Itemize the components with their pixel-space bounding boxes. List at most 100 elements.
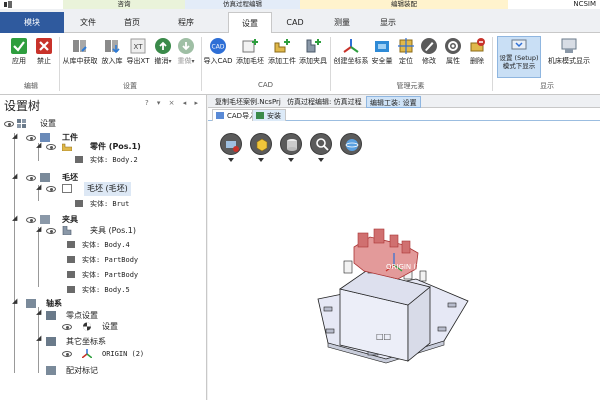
collapse-toggle[interactable]: ◢ [36,308,41,316]
doc-tab-fixture-edit[interactable]: 编辑工装: 设置 [366,96,421,108]
group-separator [201,37,202,91]
calibration-mark-icon [46,366,56,375]
tree-node-setup-leaf[interactable]: 设置 [102,320,118,334]
setup-folder-icon [17,119,26,128]
tree-node-blank-entity[interactable]: 实体: Brut [90,197,129,211]
subtab-install[interactable]: 安装 [252,109,286,121]
collapse-toggle[interactable]: ◢ [36,183,41,191]
collapse-toggle[interactable]: ◢ [36,141,41,149]
3d-viewport[interactable]: ORIGIN (2) □□ [208,121,600,400]
disable-button[interactable]: 禁止 [32,37,56,77]
export-xt-icon: XT [130,38,146,54]
tree-node-fixture-entity[interactable]: 实体: PartBody [82,253,138,267]
edit-icon [421,38,437,54]
panel-controls[interactable]: ? ▾ × ◂ ▸ [145,99,201,107]
tree-node-origin[interactable]: ORIGIN (2) [102,347,144,361]
tree-node-fixture-entity[interactable]: 实体: PartBody [82,268,138,282]
add-fixture-button[interactable]: 添加夹具 [298,37,328,77]
cad-import-icon [216,112,224,119]
fixture-item-icon [62,226,72,235]
solid-body-icon [67,286,75,293]
axis-system-icon [26,299,36,308]
coordinate-system-icon [82,349,92,358]
workpiece-icon [40,133,50,142]
view-subtab-bar: CAD导入 安装 [208,108,600,121]
tab-measure[interactable]: 测量 [318,12,366,33]
origin-label: ORIGIN (2) [386,263,424,271]
tree-node-setup-root[interactable]: 设置 [40,117,56,131]
collapse-toggle[interactable]: ◢ [36,225,41,233]
module-button[interactable]: 模块 [0,12,64,33]
import-cad-button[interactable]: CAD 导入CAD [203,37,233,77]
locate-button[interactable]: 定位 [395,37,417,77]
tree-node-part-entity[interactable]: 实体: Body.2 [90,153,138,167]
tree-node-blank[interactable]: 毛坯 [62,171,78,185]
other-coordinate-icon [46,337,56,346]
group-separator [492,37,493,91]
check-icon [11,38,27,54]
doc-tab-project[interactable]: 复制毛坯案例.NcsPrj [212,96,284,108]
tree-node-fixture-item[interactable]: 夹具 (Pos.1) [90,224,136,238]
redo-button[interactable]: 重做▾ [175,37,197,77]
setup-mode-display-button[interactable]: 设置 (Setup) 模式下显示 [497,36,541,78]
tab-file[interactable]: 文件 [64,12,112,33]
tree-node-fixture[interactable]: 夹具 [62,213,78,227]
tree-node-axis-system[interactable]: 轴系 [46,297,62,311]
3d-model[interactable]: ORIGIN (2) □□ [208,121,600,400]
visibility-eye-icon[interactable] [26,135,36,141]
tree-guide-line [14,133,15,373]
part-icon [62,143,72,151]
export-xt-button[interactable]: XT 导出XT [125,37,151,77]
tree-node-calibration-mark[interactable]: 配对标记 [66,364,98,378]
machine-mode-display-button[interactable]: 机床模式显示 [543,37,595,77]
collapse-toggle[interactable]: ◢ [36,334,41,342]
visibility-eye-icon[interactable] [26,217,36,223]
tree-node-part[interactable]: 零件 (Pos.1) [90,140,141,154]
tree-node-fixture-entity[interactable]: 实体: Body.4 [82,238,130,252]
tab-cad[interactable]: CAD [274,12,316,33]
add-blank-button[interactable]: 添加毛坯 [234,37,266,77]
tree-node-other-coordinate[interactable]: 其它坐标系 [66,335,106,349]
coordinate-system-icon [343,39,359,53]
visibility-eye-icon[interactable] [46,228,56,234]
collapse-toggle[interactable]: ◢ [12,172,17,180]
properties-button[interactable]: 属性 [442,37,464,77]
tab-setup[interactable]: 设置 [228,12,272,34]
add-part-button[interactable]: 添加工件 [266,37,298,77]
create-coordinate-button[interactable]: 创建坐标系 [333,37,369,77]
tab-home[interactable]: 首页 [112,12,152,33]
svg-text:CAD: CAD [212,44,225,51]
group-label-edit: 编辑 [24,82,38,90]
visibility-eye-icon[interactable] [46,186,56,192]
apply-button[interactable]: 应用 [6,37,32,77]
put-library-button[interactable]: 放入库 [99,37,125,77]
group-label-settings: 设置 [123,82,137,90]
tab-program[interactable]: 程序 [160,12,212,33]
tree-node-zero-setup[interactable]: 零点设置 [66,309,98,323]
cad-icon: CAD [210,38,226,54]
tree-node-fixture-entity[interactable]: 实体: Body.5 [82,283,130,297]
collapse-toggle[interactable]: ◢ [12,297,17,305]
collapse-toggle[interactable]: ◢ [12,214,17,222]
solid-body-icon [75,156,83,163]
tree-node-blank-item[interactable]: 毛坯 (毛坯) [84,182,131,196]
blank-icon [40,173,50,182]
add-part-icon [274,39,290,53]
collapse-toggle[interactable]: ◢ [12,132,17,140]
solid-body-icon [75,200,83,207]
safety-button[interactable]: 安全量 [369,37,395,77]
zero-setup-icon [46,311,56,320]
add-blank-icon [242,39,258,53]
visibility-eye-icon[interactable] [62,324,72,330]
doc-tab-simulation[interactable]: 仿真过程编辑: 仿真过程 [284,96,365,108]
from-library-button[interactable]: 从库中获取 [62,37,98,77]
delete-button[interactable]: 删除 [466,37,488,77]
tab-display[interactable]: 显示 [368,12,408,33]
undo-button[interactable]: 撤消▾ [152,37,174,77]
visibility-eye-icon[interactable] [62,351,72,357]
modify-button[interactable]: 修改 [418,37,440,77]
visibility-eye-icon[interactable] [46,144,56,150]
visibility-eye-icon[interactable] [26,175,36,181]
group-label-management: 管理元素 [396,82,425,90]
visibility-eye-icon[interactable] [4,121,14,127]
